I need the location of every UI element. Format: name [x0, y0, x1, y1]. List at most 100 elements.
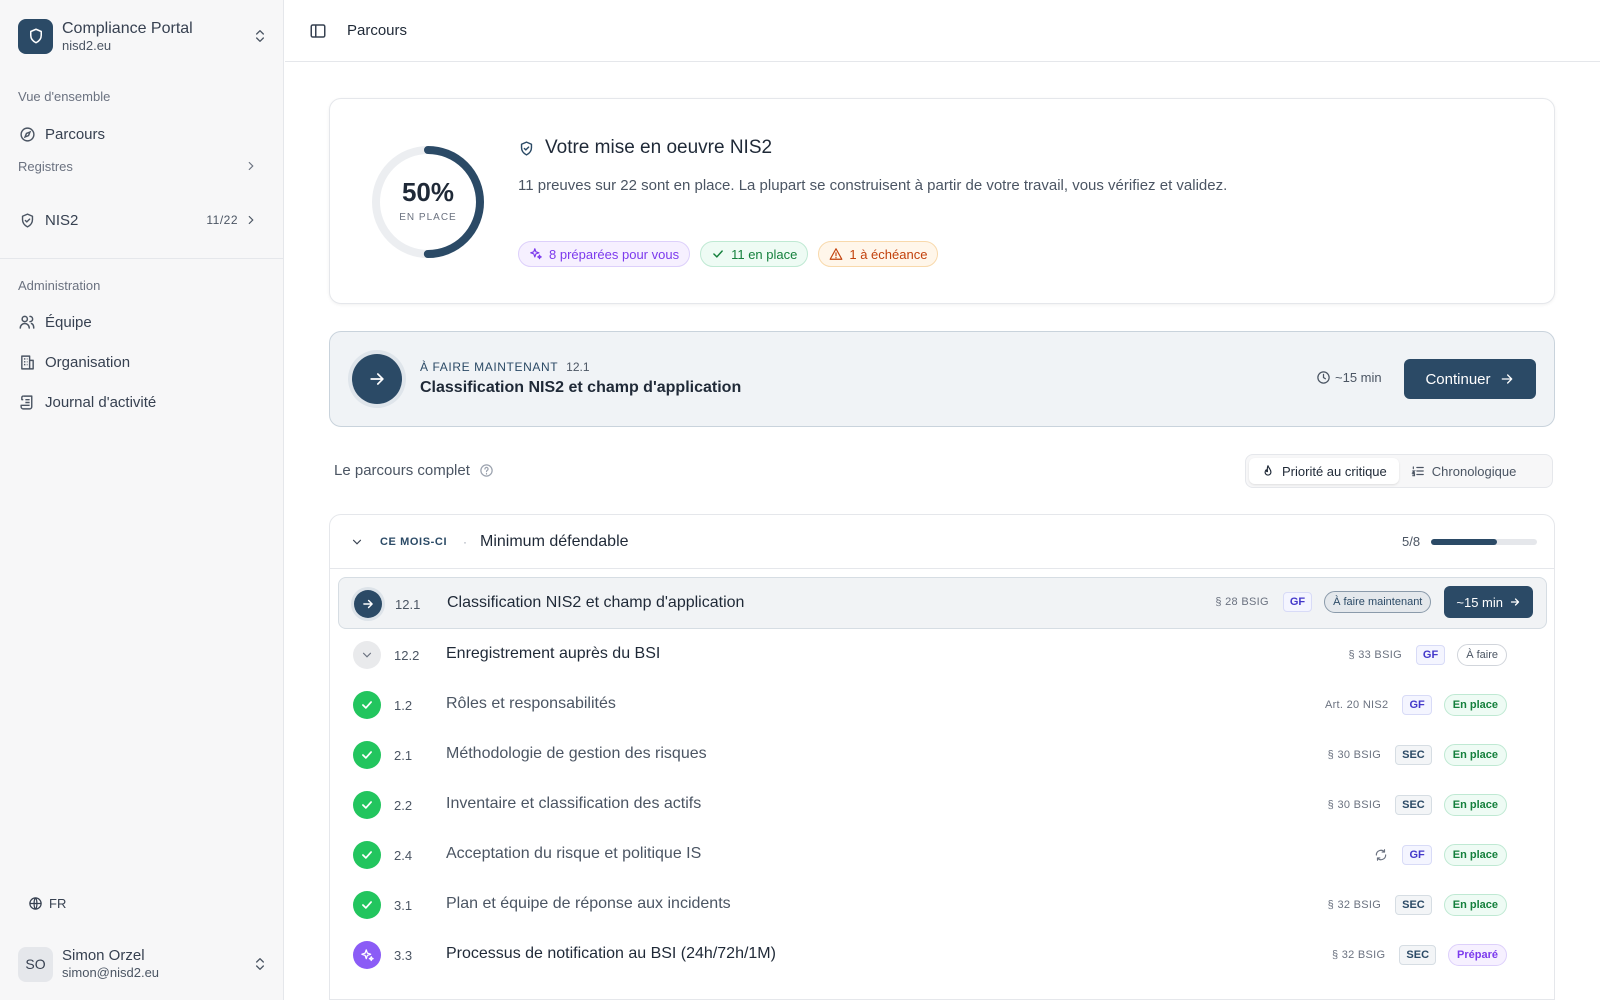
row-domain-tag: SEC [1399, 945, 1437, 965]
next-task-title: Classification NIS2 et champ d'applicati… [420, 379, 742, 396]
check-icon [713, 250, 723, 258]
row-number: 2.2 [394, 798, 413, 813]
group-name: Minimum défendable [480, 533, 629, 550]
row-reference: § 32 BSIG [1327, 899, 1382, 911]
row-number: 3.1 [394, 898, 413, 913]
check-icon [353, 741, 381, 769]
shield-check-icon [520, 140, 533, 156]
row-domain-tag: GF [1282, 592, 1313, 612]
flame-icon [1264, 465, 1272, 476]
table-row[interactable]: 3.3 Processus de notification au BSI (24… [338, 929, 1547, 981]
status-badge: En place [1443, 744, 1507, 766]
row-domain-tag: GF [1402, 695, 1432, 715]
help-icon[interactable] [479, 463, 494, 478]
check-icon [353, 691, 381, 719]
table-row[interactable]: 1.2 Rôles et responsabilités Art. 20 NIS… [338, 679, 1547, 731]
row-title: Plan et équipe de réponse aux incidents [446, 895, 731, 912]
row-number: 2.4 [394, 848, 413, 863]
row-title: Processus de notification au BSI (24h/72… [446, 945, 776, 962]
sort-chrono-label: Chronologique [1431, 463, 1517, 479]
overview-card: 50% EN PLACE Votre mise en oeuvre NIS2 1… [329, 98, 1555, 304]
chip-due[interactable]: 1 à échéance [818, 241, 939, 267]
journey-title: Le parcours complet [334, 462, 494, 479]
start-task-label: ~15 min [1456, 594, 1503, 610]
arrow-right-icon [1510, 598, 1520, 606]
sidebar-divider [0, 258, 284, 259]
shield-logo-icon [18, 18, 53, 54]
row-number: 2.1 [394, 748, 413, 763]
status-badge: En place [1443, 694, 1507, 716]
sidebar-item-journal[interactable]: Journal d'activité [18, 390, 268, 414]
table-row[interactable]: 2.2 Inventaire et classification des act… [338, 779, 1547, 831]
status-badge: En place [1443, 794, 1507, 816]
language-label: FR [49, 896, 67, 911]
journey-list: CE MOIS-CI · Minimum défendable 5/8 12.1… [329, 514, 1555, 1000]
sidebar-registres-toggle[interactable]: Registres [18, 154, 268, 178]
sidebar-item-label: NIS2 [45, 211, 79, 229]
section-overview-label: Vue d'ensemble [18, 89, 111, 104]
group-header[interactable]: CE MOIS-CI · Minimum défendable 5/8 [330, 515, 1554, 569]
chevron-down-icon[interactable] [350, 535, 364, 549]
sidebar-item-equipe[interactable]: Équipe [18, 310, 268, 334]
start-task-button[interactable]: ~15 min [1444, 586, 1533, 618]
list-ordered-icon [1411, 466, 1424, 477]
table-row[interactable]: 3.1 Plan et équipe de réponse aux incide… [338, 879, 1547, 931]
row-reference: § 33 BSIG [1348, 649, 1402, 661]
group-progress-fill [1431, 539, 1498, 545]
next-task-card[interactable]: À FAIRE MAINTENANT 12.1 Classification NI… [329, 331, 1555, 427]
progress-percent: 50% [401, 177, 455, 207]
journey-title-text: Le parcours complet [334, 462, 470, 479]
sort-chrono-button[interactable]: Chronologique [1399, 458, 1529, 484]
chip-in-place[interactable]: 11 en place [700, 241, 809, 267]
sidebar-item-parcours[interactable]: Parcours [18, 122, 268, 146]
arrow-right-icon [1501, 374, 1512, 384]
workspace-switcher[interactable]: Compliance Portal nisd2.eu [18, 17, 268, 55]
user-email: simon@nisd2.eu [62, 965, 160, 980]
user-name: Simon Orzel [62, 947, 145, 964]
row-domain-tag: SEC [1395, 795, 1432, 815]
chip-prepared[interactable]: 8 préparées pour vous [518, 241, 691, 267]
sidebar: Compliance Portal nisd2.eu Vue d'ensembl… [0, 0, 284, 1000]
row-title: Enregistrement auprès du BSI [446, 645, 661, 662]
sort-critical-button[interactable]: Priorité au critique [1249, 458, 1399, 484]
chevron-right-icon [248, 215, 254, 225]
chip-due-label: 1 à échéance [849, 246, 928, 262]
user-menu[interactable]: SO Simon Orzel simon@nisd2.eu [18, 945, 268, 983]
table-row[interactable]: 2.1 Méthodologie de gestion des risques … [338, 729, 1547, 781]
sidebar-item-nis2[interactable]: NIS2 11/22 [18, 208, 268, 232]
next-task-duration: ~15 min [1316, 370, 1382, 385]
nis2-count: 11/22 [206, 213, 238, 227]
workspace-name: Compliance Portal [62, 19, 193, 37]
breadcrumb: Parcours [347, 22, 408, 39]
table-row[interactable]: 2.4 Acceptation du risque et politique I… [338, 829, 1547, 881]
workspace-domain: nisd2.eu [62, 37, 112, 53]
continue-button[interactable]: Continuer [1404, 359, 1536, 399]
group-count: 5/8 [1402, 534, 1421, 549]
chevron-updown-icon [256, 30, 264, 42]
arrow-right-icon [352, 354, 402, 404]
sort-toggle: Priorité au critique Chronologique [1245, 454, 1553, 488]
row-domain-tag: SEC [1395, 895, 1432, 915]
arrow-right-icon [354, 590, 382, 618]
row-number: 12.2 [394, 648, 420, 663]
table-row[interactable]: 12.2 Enregistrement auprès du BSI § 33 B… [338, 629, 1547, 681]
row-number: 3.3 [394, 948, 413, 963]
status-badge: À faire [1457, 644, 1507, 666]
sparkles-icon [530, 248, 542, 260]
sidebar-toggle-icon[interactable] [309, 22, 327, 40]
status-badge: Préparé [1448, 944, 1507, 966]
next-task-eyebrow: À FAIRE MAINTENANT 12.1 [420, 360, 590, 374]
row-reference: § 30 BSIG [1327, 799, 1382, 811]
overview-description: 11 preuves sur 22 sont en place. La plup… [518, 177, 1228, 194]
chevron-down-icon[interactable] [353, 641, 381, 669]
row-title: Inventaire et classification des actifs [446, 795, 702, 812]
sidebar-item-organisation[interactable]: Organisation [18, 350, 268, 374]
row-title: Classification NIS2 et champ d'applicati… [447, 594, 745, 611]
sidebar-item-label: Parcours [45, 125, 106, 143]
warning-icon [829, 248, 843, 260]
language-switcher[interactable]: FR [28, 896, 66, 911]
table-row[interactable]: 12.1 Classification NIS2 et champ d'appl… [338, 577, 1547, 629]
next-task-duration-text: ~15 min [1335, 370, 1382, 385]
status-badge: À faire maintenant [1324, 591, 1432, 613]
sidebar-item-label: Registres [18, 158, 73, 174]
